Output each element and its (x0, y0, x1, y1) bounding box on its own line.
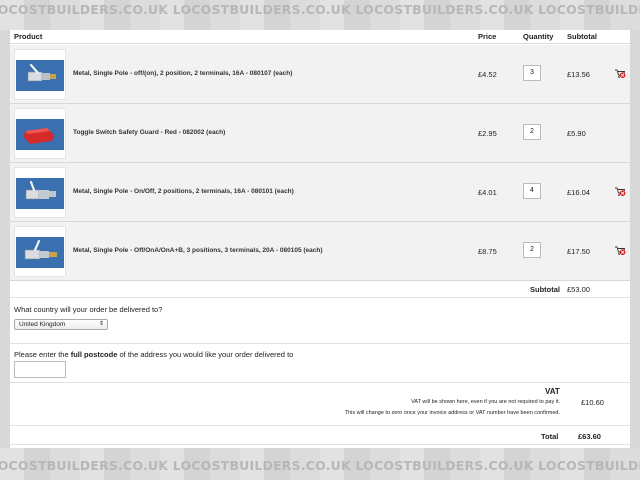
vat-note: This will change to zero once your invoi… (344, 410, 560, 416)
quantity-input[interactable]: 4 (523, 183, 541, 199)
country-selected-value: United Kingdom (19, 321, 66, 328)
vat-note: VAT will be shown here, even if you are … (411, 399, 560, 405)
quantity-input[interactable]: 2 (523, 242, 541, 258)
cart-panel: Product Price Quantity Subtotal Metal, S… (10, 30, 630, 448)
quantity-input[interactable]: 3 (523, 65, 541, 81)
product-price: £4.52 (478, 70, 497, 79)
product-thumbnail[interactable] (14, 108, 66, 159)
postcode-question: Please enter the full postcode of the ad… (14, 350, 293, 359)
metal-toggle-switch-icon (16, 60, 64, 91)
header-quantity: Quantity (523, 32, 554, 41)
cart-subtotal-value: £53.00 (567, 285, 590, 294)
product-thumbnail[interactable] (14, 167, 66, 218)
select-arrows-icon: ⇕ (98, 321, 104, 327)
quantity-input[interactable]: 2 (523, 124, 541, 140)
header-product: Product (14, 32, 43, 41)
product-name[interactable]: Metal, Single Pole - off/(on), 2 positio… (73, 70, 292, 77)
row-subtotal: £17.50 (567, 247, 590, 256)
watermark-text: LOCOSTBUILDERS.CO.UK LOCOSTBUILDERS.CO.U… (0, 458, 640, 473)
product-price: £4.01 (478, 188, 497, 197)
country-question: What country will your order be delivere… (14, 305, 163, 314)
vat-value: £10.60 (581, 398, 604, 407)
remove-item-button[interactable] (614, 68, 626, 82)
table-row: Metal, Single Pole - off/(on), 2 positio… (10, 45, 630, 104)
table-row: Metal, Single Pole - Off/OnA/OnA+B, 3 po… (10, 222, 630, 281)
vat-label: VAT (545, 387, 560, 396)
row-subtotal: £16.04 (567, 188, 590, 197)
cart-remove-icon (615, 69, 626, 78)
postcode-question-suffix: of the address you would like your order… (117, 350, 294, 359)
total-row: Total £63.60 (10, 425, 630, 445)
watermark-bottom: LOCOSTBUILDERS.CO.UK LOCOSTBUILDERS.CO.U… (0, 448, 640, 480)
product-thumbnail[interactable] (14, 49, 66, 100)
remove-item-button[interactable] (614, 186, 626, 200)
cart-remove-icon (615, 187, 626, 196)
red-safety-guard-icon (16, 119, 64, 150)
watermark-text: LOCOSTBUILDERS.CO.UK LOCOSTBUILDERS.CO.U… (0, 2, 640, 17)
metal-toggle-switch-icon (16, 237, 64, 268)
postcode-question-bold: full postcode (70, 350, 118, 359)
product-name[interactable]: Metal, Single Pole - Off/OnA/OnA+B, 3 po… (73, 247, 323, 254)
product-name[interactable]: Metal, Single Pole - On/Off, 2 positions… (73, 188, 294, 195)
product-price: £2.95 (478, 129, 497, 138)
cart-subtotal-row: Subtotal £53.00 (10, 281, 630, 298)
postcode-input[interactable] (14, 361, 66, 378)
row-subtotal: £13.56 (567, 70, 590, 79)
cart-subtotal-label: Subtotal (530, 285, 560, 294)
product-price: £8.75 (478, 247, 497, 256)
header-subtotal: Subtotal (567, 32, 597, 41)
header-price: Price (478, 32, 497, 41)
product-thumbnail[interactable] (14, 226, 66, 277)
divider (10, 382, 630, 383)
table-row: Metal, Single Pole - On/Off, 2 positions… (10, 163, 630, 222)
table-header: Product Price Quantity Subtotal (10, 30, 630, 44)
product-name[interactable]: Toggle Switch Safety Guard - Red - 08200… (73, 129, 225, 136)
remove-item-button[interactable] (614, 245, 626, 259)
divider (10, 343, 630, 344)
cart-remove-icon (615, 246, 626, 255)
row-subtotal: £5.90 (567, 129, 586, 138)
country-select[interactable]: United Kingdom ⇕ (14, 319, 108, 330)
watermark-top: LOCOSTBUILDERS.CO.UK LOCOSTBUILDERS.CO.U… (0, 0, 640, 30)
postcode-question-prefix: Please enter the (14, 350, 71, 359)
total-value: £63.60 (578, 432, 601, 441)
total-label: Total (541, 432, 559, 441)
metal-toggle-switch-icon (16, 178, 64, 209)
table-row: Toggle Switch Safety Guard - Red - 08200… (10, 104, 630, 163)
